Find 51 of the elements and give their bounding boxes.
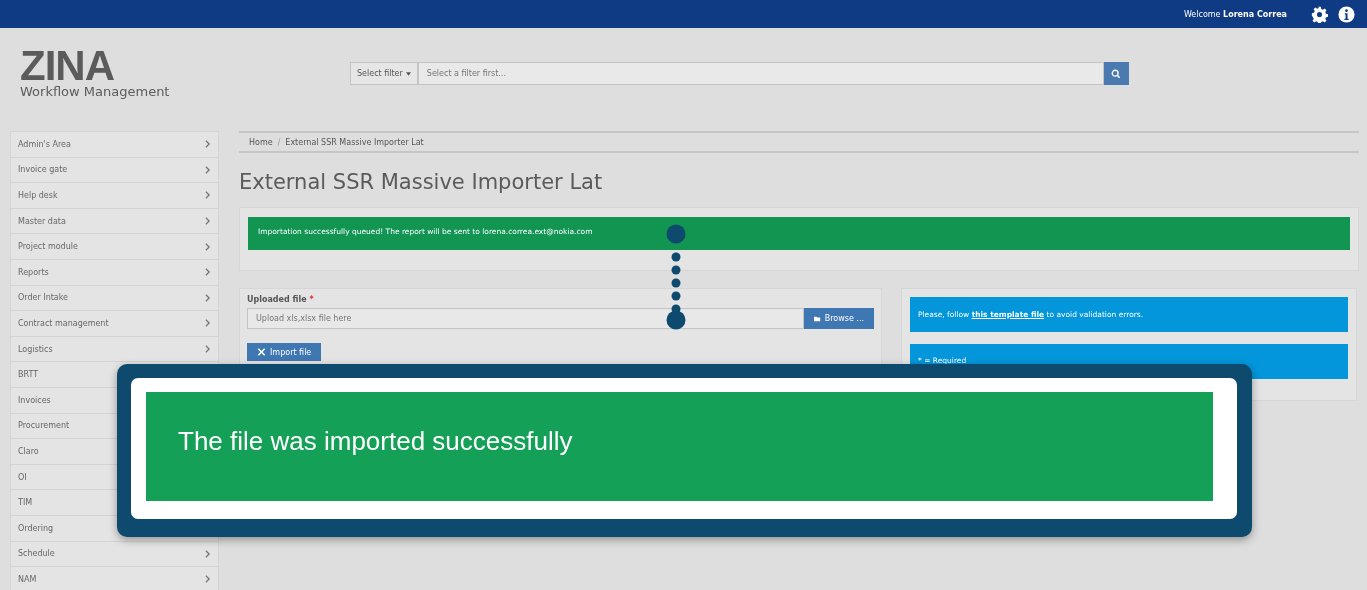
- chevron-icon: [205, 268, 210, 277]
- logo-subtitle: Workflow Management: [20, 84, 171, 100]
- sidebar-item[interactable]: Order Intake: [18, 293, 68, 303]
- filter-dropdown[interactable]: Select filter: [350, 62, 418, 85]
- chevron-icon: [205, 293, 210, 302]
- sidebar-item[interactable]: TIM: [18, 498, 33, 508]
- sidebar-item[interactable]: NAM: [18, 574, 37, 584]
- info-icon[interactable]: [1338, 5, 1355, 23]
- sidebar-item[interactable]: Claro: [18, 446, 39, 456]
- sidebar-item[interactable]: Invoices: [18, 395, 51, 405]
- sidebar-item[interactable]: Master data: [18, 216, 66, 226]
- chevron-icon: [205, 140, 210, 149]
- chevron-icon: [205, 549, 210, 558]
- page-title: External SSR Massive Importer Lat: [239, 169, 604, 195]
- search-icon: [1111, 68, 1122, 79]
- chevron-icon: [205, 191, 210, 200]
- sidebar-item[interactable]: Procurement: [18, 421, 70, 431]
- breadcrumb-current: External SSR Massive Importer Lat: [285, 137, 424, 147]
- breadcrumb-link[interactable]: Home: [249, 137, 273, 147]
- chevron-icon: [205, 575, 210, 584]
- callout-message: The file was imported successfully: [146, 392, 1213, 501]
- sidebar-item[interactable]: Project module: [18, 242, 78, 252]
- welcome-text: Welcome Lorena Correa: [1183, 9, 1287, 19]
- sidebar-item[interactable]: Ordering: [18, 523, 54, 533]
- search-button[interactable]: [1103, 62, 1129, 85]
- sidebar-item[interactable]: OI: [18, 472, 27, 482]
- chevron-icon: [205, 165, 210, 174]
- sidebar-item[interactable]: Admin's Area: [18, 139, 71, 149]
- sidebar-item[interactable]: Contract management: [18, 318, 109, 328]
- sidebar-item[interactable]: Help desk: [18, 191, 58, 200]
- chevron-icon: [205, 345, 210, 354]
- caret-icon: [405, 71, 411, 76]
- import-button[interactable]: Import file: [247, 343, 322, 361]
- file-field[interactable]: Upload xls,xlsx file here: [247, 308, 804, 329]
- sidebar-item[interactable]: BRTT: [18, 370, 39, 380]
- sidebar-item[interactable]: Schedule: [18, 549, 55, 559]
- chevron-icon: [205, 319, 210, 328]
- chevron-icon: [205, 217, 210, 226]
- settings-icon[interactable]: [1311, 5, 1328, 23]
- search-field[interactable]: Select a filter first...: [417, 62, 1104, 85]
- chevron-icon: [205, 242, 210, 251]
- sidebar-item[interactable]: Reports: [18, 267, 49, 277]
- required-mark: *: [309, 295, 314, 304]
- field-label: Uploaded file: [247, 295, 307, 304]
- folder-icon: [814, 314, 821, 323]
- close-icon: [257, 348, 266, 356]
- breadcrumb-separator: /: [277, 137, 281, 147]
- logo-wordmark: ZINA: [20, 48, 114, 84]
- browse-button[interactable]: Browse ...: [804, 308, 874, 329]
- sidebar-item[interactable]: Logistics: [18, 344, 53, 354]
- sidebar-item[interactable]: Invoice gate: [18, 165, 68, 175]
